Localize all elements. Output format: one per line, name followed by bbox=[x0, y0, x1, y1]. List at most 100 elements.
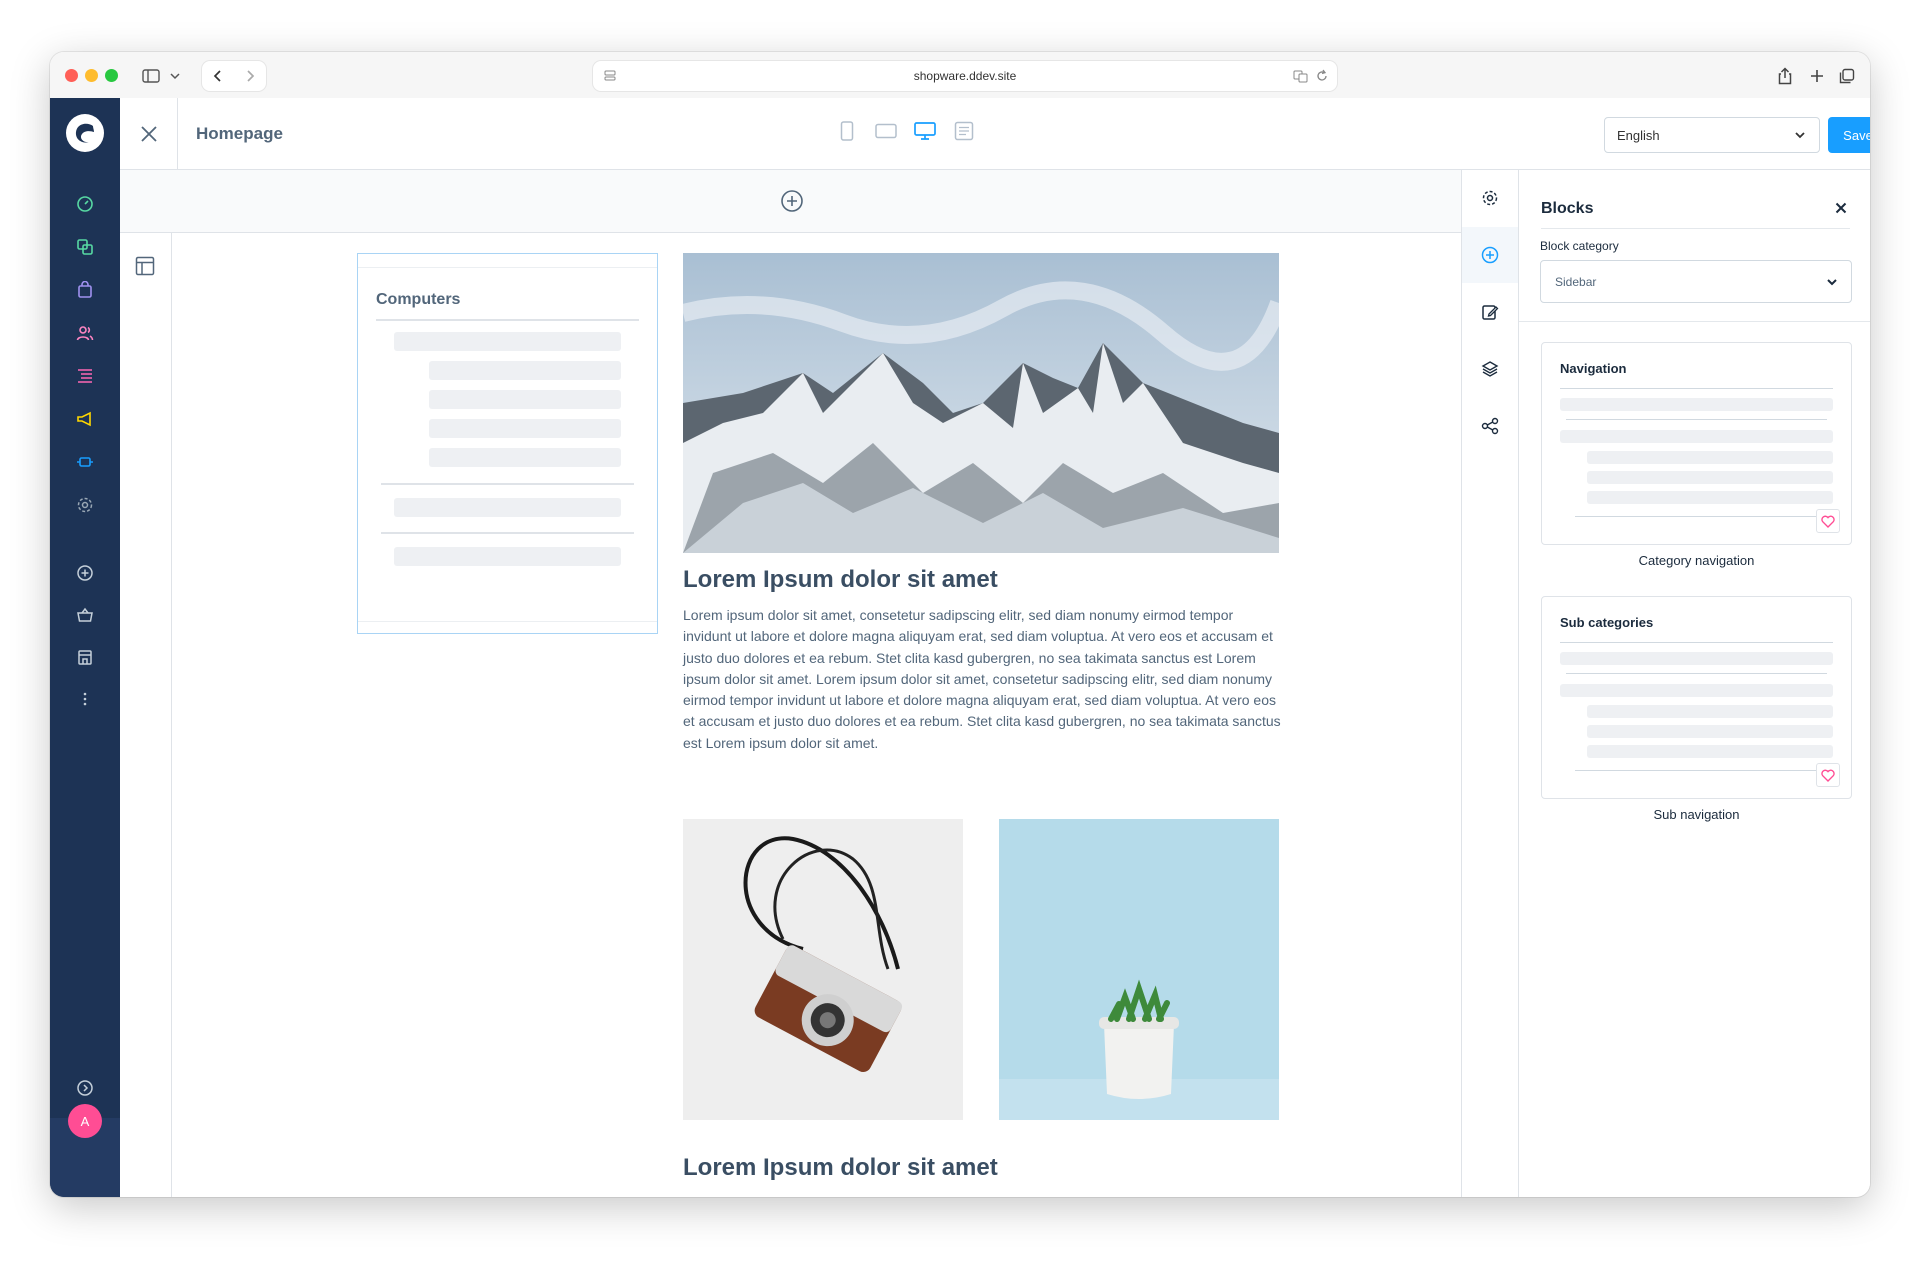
divider bbox=[381, 532, 634, 534]
skeleton-line bbox=[429, 448, 621, 467]
browser-toolbar: shopware.ddev.site bbox=[50, 52, 1870, 98]
panel-title: Blocks bbox=[1541, 200, 1594, 217]
zoom-window-button[interactable] bbox=[105, 69, 118, 82]
settings-icon[interactable] bbox=[74, 494, 96, 516]
divider bbox=[1566, 673, 1827, 674]
share-icon[interactable] bbox=[1462, 398, 1518, 454]
content-icon[interactable] bbox=[74, 365, 96, 387]
divider bbox=[1560, 388, 1833, 389]
marketing-icon[interactable] bbox=[74, 408, 96, 430]
plant-image[interactable] bbox=[999, 819, 1279, 1120]
skeleton-line bbox=[1560, 430, 1833, 443]
layers-icon[interactable] bbox=[1462, 341, 1518, 397]
block-category-select[interactable]: Sidebar bbox=[1540, 260, 1852, 303]
page-settings-icon[interactable] bbox=[1462, 170, 1518, 226]
minimize-window-button[interactable] bbox=[85, 69, 98, 82]
block-category-label: Block category bbox=[1540, 239, 1619, 253]
skeleton-line bbox=[1560, 652, 1833, 665]
camera-image[interactable] bbox=[683, 819, 963, 1120]
divider bbox=[1575, 516, 1820, 517]
site-settings-icon[interactable] bbox=[603, 69, 617, 83]
skeleton-line bbox=[1587, 725, 1833, 738]
customers-icon[interactable] bbox=[74, 322, 96, 344]
url-text: shopware.ddev.site bbox=[913, 69, 1017, 83]
divider bbox=[1560, 642, 1833, 643]
dashboard-icon[interactable] bbox=[74, 193, 96, 215]
admin-sidebar bbox=[50, 98, 120, 1197]
history-nav bbox=[202, 61, 266, 91]
add-icon[interactable] bbox=[74, 562, 96, 584]
logo-icon bbox=[75, 123, 94, 143]
heart-icon bbox=[1821, 769, 1835, 782]
sidebar-toggle-button[interactable] bbox=[134, 62, 190, 90]
category-title: Computers bbox=[376, 291, 461, 308]
orders-icon[interactable] bbox=[74, 279, 96, 301]
share-icon bbox=[1778, 67, 1792, 85]
reload-icon[interactable] bbox=[1315, 69, 1329, 83]
skeleton-line bbox=[429, 361, 621, 380]
save-button[interactable]: Save bbox=[1828, 117, 1870, 153]
translate-icon[interactable] bbox=[1293, 69, 1309, 83]
add-section-bar bbox=[120, 170, 1461, 233]
blocks-panel: Blocks Block category Sidebar Navigation… bbox=[1519, 170, 1870, 1197]
language-value: English bbox=[1617, 127, 1660, 143]
extensions-icon[interactable] bbox=[74, 451, 96, 473]
back-icon[interactable] bbox=[212, 69, 224, 83]
new-tab-button[interactable] bbox=[1806, 62, 1828, 90]
category-navigation-inner: Computers bbox=[358, 267, 657, 622]
layout-icon[interactable] bbox=[135, 256, 155, 276]
close-icon[interactable] bbox=[1835, 202, 1847, 214]
close-editor-button[interactable] bbox=[120, 98, 178, 169]
skeleton-line bbox=[1587, 451, 1833, 464]
avatar[interactable]: A bbox=[68, 1104, 102, 1138]
add-section-icon[interactable] bbox=[780, 189, 804, 213]
add-blocks-icon[interactable] bbox=[1462, 227, 1518, 283]
forward-icon[interactable] bbox=[244, 69, 256, 83]
page-title: Homepage bbox=[196, 124, 283, 143]
basket-icon[interactable] bbox=[74, 604, 96, 626]
shopware-logo[interactable] bbox=[66, 114, 104, 152]
tabs-icon bbox=[1839, 68, 1855, 84]
share-button[interactable] bbox=[1774, 62, 1796, 90]
skeleton-line bbox=[1560, 398, 1833, 411]
mobile-view-icon[interactable] bbox=[836, 120, 858, 142]
editor-header: Homepage English Save bbox=[120, 98, 1870, 170]
content-heading-1: Lorem Ipsum dolor sit amet bbox=[683, 566, 998, 593]
heart-icon bbox=[1821, 515, 1835, 528]
content-paragraph: Lorem ipsum dolor sit amet, consetetur s… bbox=[683, 607, 1281, 751]
card-title: Sub categories bbox=[1560, 615, 1654, 630]
skeleton-line bbox=[1560, 684, 1833, 697]
divider bbox=[376, 319, 639, 321]
catalogue-icon[interactable] bbox=[74, 236, 96, 258]
mountain-image[interactable] bbox=[680, 253, 1288, 553]
language-select[interactable]: English bbox=[1604, 117, 1820, 153]
form-view-icon[interactable] bbox=[953, 120, 975, 142]
divider bbox=[381, 483, 634, 485]
browser-window: shopware.ddev.site A Homepage English Sa… bbox=[50, 52, 1870, 1197]
skeleton-line bbox=[429, 390, 621, 409]
collapse-sidebar-icon[interactable] bbox=[74, 1077, 96, 1099]
skeleton-line bbox=[394, 498, 621, 517]
skeleton-line bbox=[1587, 745, 1833, 758]
divider bbox=[1541, 228, 1850, 229]
skeleton-line bbox=[429, 419, 621, 438]
favorite-button[interactable] bbox=[1816, 763, 1840, 787]
more-icon[interactable] bbox=[74, 688, 96, 710]
block-card-sub-categories[interactable]: Sub categories bbox=[1541, 596, 1852, 799]
desktop-view-icon[interactable] bbox=[914, 120, 936, 142]
chevron-down-icon bbox=[1827, 279, 1837, 286]
close-window-button[interactable] bbox=[65, 69, 78, 82]
sidebar-tool-rail bbox=[1461, 170, 1519, 1197]
plus-icon bbox=[1811, 70, 1823, 82]
storefront-icon[interactable] bbox=[74, 646, 96, 668]
address-bar[interactable]: shopware.ddev.site bbox=[593, 61, 1337, 91]
favorite-button[interactable] bbox=[1816, 509, 1840, 533]
divider bbox=[1566, 419, 1827, 420]
edit-icon[interactable] bbox=[1462, 284, 1518, 340]
block-card-navigation[interactable]: Navigation bbox=[1541, 342, 1852, 545]
tab-overview-button[interactable] bbox=[1836, 62, 1858, 90]
category-navigation-block[interactable]: Computers bbox=[357, 253, 658, 634]
tablet-view-icon[interactable] bbox=[875, 120, 897, 142]
close-icon bbox=[140, 125, 157, 142]
skeleton-line bbox=[394, 332, 621, 351]
